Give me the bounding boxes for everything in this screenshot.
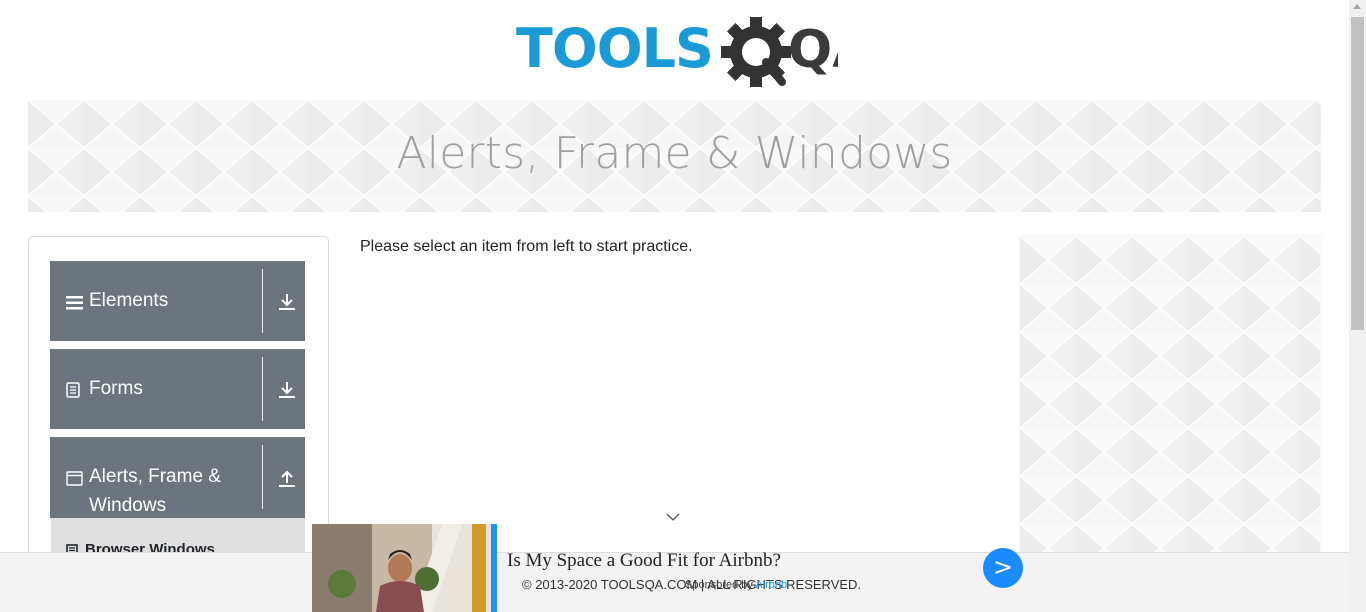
page-scrollbar[interactable] [1349, 0, 1366, 612]
sidebar-group-label: Elements [89, 290, 169, 311]
group-divider [262, 269, 263, 333]
page-banner: Alerts, Frame & Windows [28, 100, 1321, 212]
ad-accent-bar [491, 524, 497, 612]
scrollbar-thumb[interactable] [1351, 17, 1364, 330]
sidebar-accordion: Elements Forms Alerts, Frame & Windows B [28, 236, 329, 566]
sponsored-ad-banner[interactable]: Is My Space a Good Fit for Airbnb? Spons… [312, 524, 1032, 612]
sidebar-group-label: Alerts, Frame & [89, 466, 221, 487]
toolsqa-logo[interactable]: TOOLS QA [516, 14, 872, 92]
ad-sponsored-label: Sponsored by [685, 579, 753, 591]
download-icon[interactable] [276, 291, 298, 313]
hamburger-icon [66, 295, 83, 315]
ad-headline[interactable]: Is My Space a Good Fit for Airbnb? [507, 550, 781, 572]
group-divider [262, 357, 263, 421]
sidebar-group-label: Forms [89, 378, 143, 399]
sidebar-group-label-line2: Windows [89, 495, 167, 516]
document-icon [66, 382, 80, 403]
logo-text-qa: QA [788, 20, 838, 80]
sidebar-group-elements[interactable]: Elements [50, 261, 305, 341]
download-icon[interactable] [276, 379, 298, 401]
group-divider [262, 445, 263, 509]
right-ad-panel[interactable] [1020, 236, 1320, 556]
upload-icon[interactable] [276, 467, 298, 489]
ad-sponsor-line: Sponsored by Airbnb [685, 579, 787, 591]
sidebar-group-alerts-frame-windows[interactable]: Alerts, Frame & Windows [50, 437, 305, 518]
ad-sponsor-brand[interactable]: Airbnb [755, 579, 787, 591]
page-title: Alerts, Frame & Windows [396, 128, 953, 179]
practice-instruction: Please select an item from left to start… [360, 238, 693, 255]
sidebar-group-forms[interactable]: Forms [50, 349, 305, 429]
gear-magnifier-icon [721, 17, 791, 87]
logo-text-tools: TOOLS [516, 17, 713, 80]
window-icon [66, 471, 83, 491]
scroll-up-arrow-icon[interactable] [1353, 4, 1361, 9]
ad-go-button[interactable]: > [983, 548, 1023, 588]
ad-photo[interactable] [312, 524, 497, 612]
ad-pattern [1020, 236, 1320, 556]
